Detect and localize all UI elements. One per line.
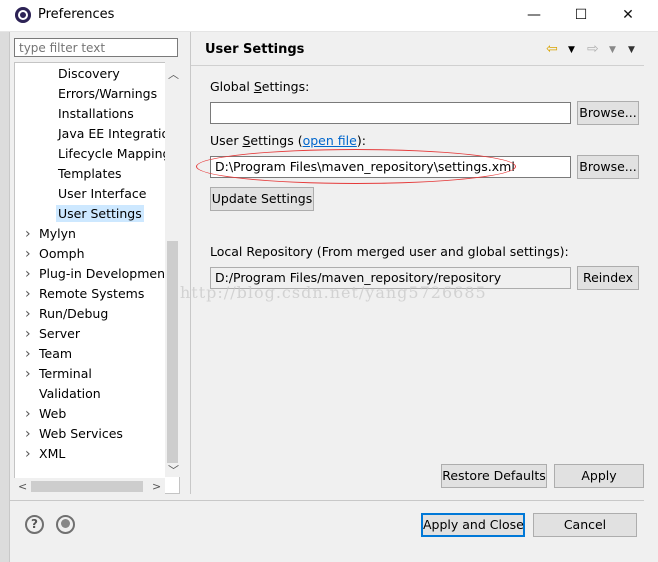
tree-item-label: Validation [39, 386, 101, 401]
tree-item[interactable]: User Settings [56, 204, 144, 224]
scroll-down-icon[interactable]: ﹀ [168, 462, 179, 478]
user-settings-field[interactable]: D:\Program Files\maven_repository\settin… [210, 156, 571, 178]
forward-arrow-icon[interactable]: ⇨ [587, 41, 599, 57]
expand-chevron-icon[interactable]: › [25, 444, 31, 464]
tree-item-label: Terminal [39, 366, 92, 381]
tree-item[interactable]: Lifecycle Mapping [58, 144, 170, 164]
tree-item[interactable]: › Oomph [25, 244, 85, 264]
expand-chevron-icon[interactable]: › [25, 244, 31, 264]
back-arrow-icon[interactable]: ⇦ [546, 41, 558, 57]
maximize-button[interactable]: ☐ [567, 3, 595, 27]
footer-divider [9, 500, 644, 501]
restore-defaults-button[interactable]: Restore Defaults [441, 464, 547, 488]
tree-item[interactable]: › Run/Debug [25, 304, 109, 324]
tree-item-label: Installations [58, 106, 134, 121]
open-file-link[interactable]: open file [303, 133, 357, 148]
tree-item-label: Java EE Integratior [58, 126, 175, 141]
record-icon[interactable] [56, 515, 75, 534]
tree-item[interactable]: Templates [58, 164, 122, 184]
back-dropdown-icon[interactable]: ▼ [568, 45, 575, 55]
help-icon[interactable]: ? [25, 515, 44, 534]
page-title: User Settings [205, 42, 305, 57]
eclipse-icon [15, 7, 31, 23]
tree-item-label: Mylyn [39, 226, 76, 241]
tree-item[interactable]: › Team [25, 344, 73, 364]
tree-item-label: Errors/Warnings [58, 86, 158, 101]
minimize-button[interactable]: — [520, 3, 548, 27]
tree-item-label: Oomph [39, 246, 85, 261]
tree-item[interactable]: › Mylyn [25, 224, 76, 244]
background-window-strip [0, 32, 10, 562]
watermark: http://blog.csdn.net/yang5726685 [180, 283, 487, 302]
forward-dropdown-icon[interactable]: ▼ [609, 45, 616, 55]
tree-item-label: Plug-in Development [39, 266, 170, 281]
apply-button[interactable]: Apply [554, 464, 644, 488]
tree-item-label: Run/Debug [39, 306, 109, 321]
tree-item[interactable]: Errors/Warnings [58, 84, 157, 104]
tree-scroll-thumb[interactable] [167, 241, 178, 463]
reindex-button[interactable]: Reindex [577, 266, 639, 290]
tree-item[interactable]: Discovery [58, 64, 120, 84]
filter-input[interactable] [14, 38, 178, 57]
expand-chevron-icon[interactable]: › [25, 344, 31, 364]
background-window-strip-right [644, 32, 658, 530]
tree-item[interactable]: › Remote Systems [25, 284, 145, 304]
scroll-up-icon[interactable]: ︿ [168, 66, 179, 82]
tree-item-label: Templates [58, 166, 122, 181]
tree-item-label: Lifecycle Mapping [58, 146, 171, 161]
tree-item-label: Web Services [39, 426, 123, 441]
header-divider [191, 65, 644, 66]
tree-item-label: Server [39, 326, 80, 341]
tree-item[interactable]: › XML [25, 444, 66, 464]
view-menu-icon[interactable]: ▼ [628, 45, 635, 55]
tree-item-label: Team [39, 346, 73, 361]
tree-item[interactable]: › Web Services [25, 424, 123, 444]
expand-chevron-icon[interactable]: › [25, 324, 31, 344]
tree-item-label: XML [39, 446, 66, 461]
tree-item[interactable]: Validation [39, 384, 101, 404]
global-browse-button[interactable]: Browse... [577, 101, 639, 125]
user-browse-button[interactable]: Browse... [577, 155, 639, 179]
tree-item[interactable]: › Server [25, 324, 80, 344]
global-settings-field[interactable] [210, 102, 571, 124]
panel-divider [190, 32, 191, 494]
update-settings-button[interactable]: Update Settings [210, 187, 314, 211]
tree-item[interactable]: Installations [58, 104, 134, 124]
apply-and-close-button[interactable]: Apply and Close [421, 513, 525, 537]
expand-chevron-icon[interactable]: › [25, 404, 31, 424]
tree-item-label: User Settings [56, 205, 144, 222]
preferences-tree[interactable]: Discovery Errors/Warnings Installations Jav… [14, 62, 180, 494]
window-title: Preferences [38, 7, 115, 22]
tree-item-label: Discovery [58, 66, 120, 81]
expand-chevron-icon[interactable]: › [25, 424, 31, 444]
tree-item[interactable]: › Terminal [25, 364, 92, 384]
tree-item[interactable]: › Plug-in Development [25, 264, 170, 284]
close-button[interactable]: ✕ [614, 3, 642, 27]
tree-item-label: Web [39, 406, 67, 421]
user-settings-label: User Settings (open file): [210, 133, 366, 148]
expand-chevron-icon[interactable]: › [25, 224, 31, 244]
tree-item[interactable]: › Web [25, 404, 67, 424]
scroll-left-icon[interactable]: < [18, 480, 27, 493]
tree-item-label: User Interface [58, 186, 147, 201]
tree-item[interactable]: Java EE Integratior [58, 124, 174, 144]
global-settings-label: Global Settings: [210, 79, 310, 94]
expand-chevron-icon[interactable]: › [25, 364, 31, 384]
expand-chevron-icon[interactable]: › [25, 284, 31, 304]
scroll-right-icon[interactable]: > [152, 480, 161, 493]
tree-hscroll-thumb[interactable] [31, 481, 143, 492]
expand-chevron-icon[interactable]: › [25, 304, 31, 324]
local-repository-label: Local Repository (From merged user and g… [210, 244, 569, 259]
tree-item-label: Remote Systems [39, 286, 145, 301]
cancel-button[interactable]: Cancel [533, 513, 637, 537]
expand-chevron-icon[interactable]: › [25, 264, 31, 284]
tree-item[interactable]: User Interface [58, 184, 146, 204]
